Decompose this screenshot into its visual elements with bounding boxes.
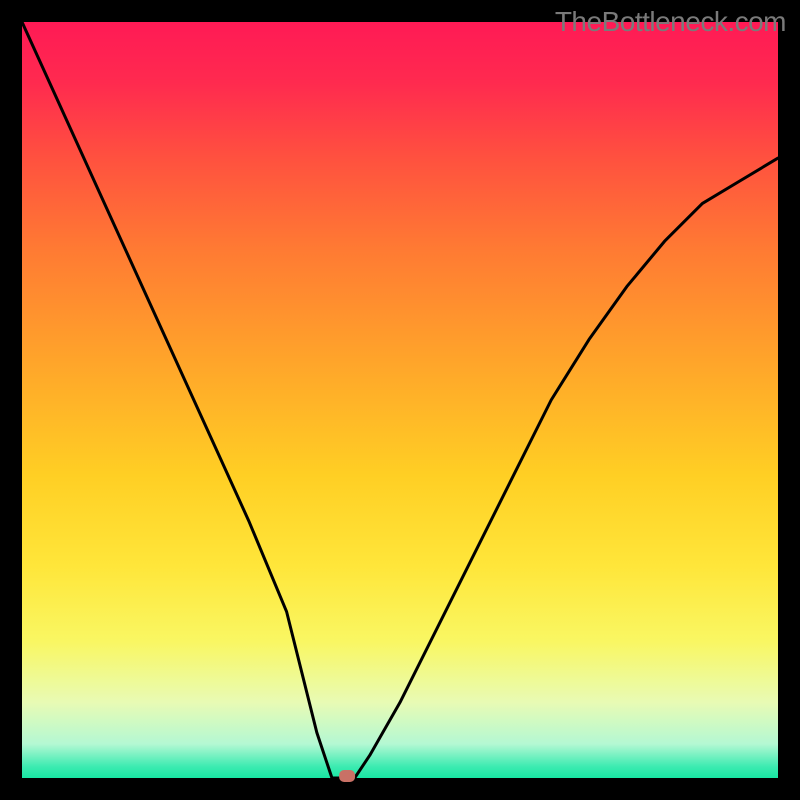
bottleneck-chart: TheBottleneck.com (0, 0, 800, 800)
optimal-point-marker (339, 770, 355, 782)
chart-svg (0, 0, 800, 800)
plot-background (22, 22, 778, 778)
watermark-text: TheBottleneck.com (555, 6, 786, 38)
